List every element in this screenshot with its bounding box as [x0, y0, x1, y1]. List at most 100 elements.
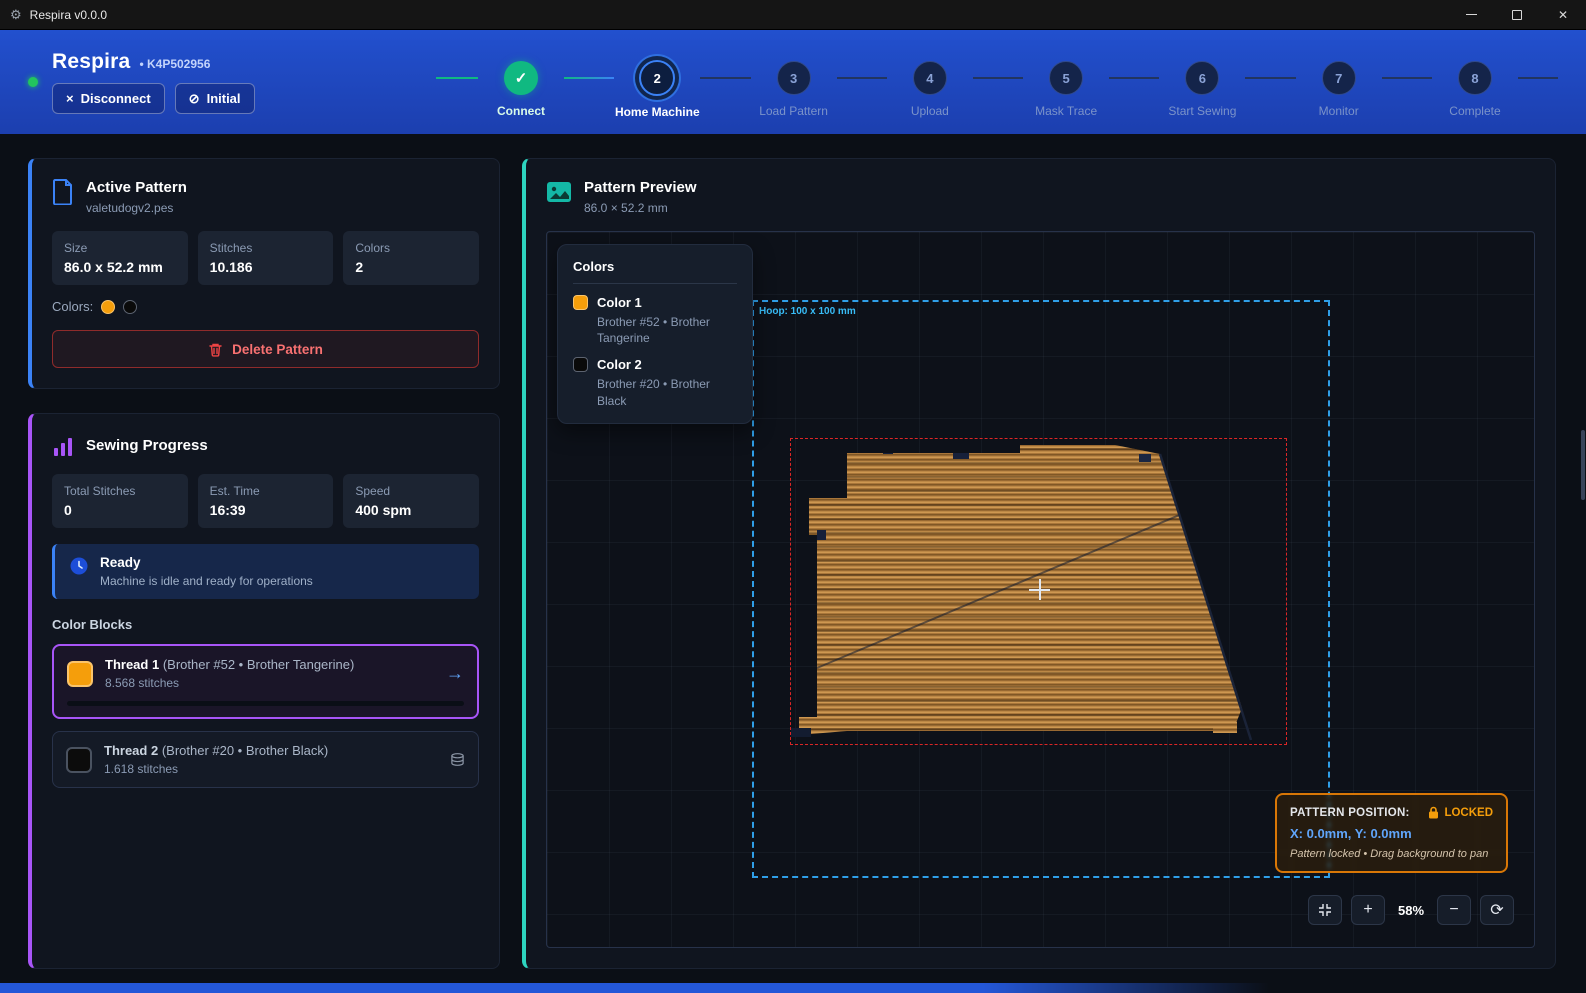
stat-label: Colors [355, 241, 467, 255]
minus-icon: − [1449, 901, 1458, 919]
zoom-in-button[interactable]: + [1351, 895, 1385, 925]
step-upload[interactable]: 4 Upload [887, 61, 973, 118]
maximize-button[interactable] [1494, 0, 1540, 30]
zoom-controls: + 58% − ⟳ [1308, 895, 1514, 925]
step-label: Home Machine [615, 105, 700, 119]
window-scrollbar-thumb[interactable] [1581, 430, 1585, 500]
center-crosshair-icon [1029, 579, 1050, 600]
step-connector [700, 77, 750, 79]
initial-button[interactable]: ⊘ Initial [175, 83, 255, 114]
thread-detail: (Brother #20 • Brother Black) [162, 743, 328, 758]
stat-total-stitches: Total Stitches 0 [52, 474, 188, 528]
step-number: 3 [777, 61, 811, 95]
thread-name: Thread 2 [104, 743, 158, 758]
step-number: 4 [913, 61, 947, 95]
step-load-pattern[interactable]: 3 Load Pattern [751, 61, 837, 118]
step-label: Monitor [1319, 104, 1359, 118]
close-icon: ✕ [1558, 8, 1568, 22]
legend-item-color-1: Color 1 Brother #52 • Brother Tangerine [573, 295, 737, 346]
step-connect[interactable]: ✓ Connect [478, 61, 564, 118]
card-title: Sewing Progress [86, 437, 208, 454]
colors-legend: Colors Color 1 Brother #52 • Brother Tan… [557, 244, 753, 424]
thread-progress-bar [67, 701, 464, 706]
step-label: Mask Trace [1035, 104, 1097, 118]
legend-item-color-2: Color 2 Brother #20 • Brother Black [573, 357, 737, 408]
arrow-right-icon: → [446, 663, 464, 684]
step-connector [973, 77, 1023, 79]
legend-color-name: Color 2 [597, 357, 642, 372]
zoom-level: 58% [1394, 903, 1428, 918]
step-start-sewing[interactable]: 6 Start Sewing [1159, 61, 1245, 118]
stat-value: 2 [355, 259, 467, 275]
thread-color-swatch [66, 747, 92, 773]
color-swatch-orange [101, 300, 115, 314]
step-number: 5 [1049, 61, 1083, 95]
step-mask-trace[interactable]: 5 Mask Trace [1023, 61, 1109, 118]
thread-block-1[interactable]: Thread 1 (Brother #52 • Brother Tangerin… [52, 644, 479, 719]
active-pattern-card: Active Pattern valetudogv2.pes Size 86.0… [28, 158, 500, 389]
color-swatch-black [123, 300, 137, 314]
step-number: 2 [639, 60, 675, 96]
hoop-label: Hoop: 100 x 100 mm [759, 306, 856, 317]
legend-color-detail: Brother #20 • Brother Black [597, 376, 737, 408]
stat-value: 0 [64, 502, 176, 518]
preview-dimensions: 86.0 × 52.2 mm [584, 201, 697, 215]
step-home-machine[interactable]: 2 Home Machine [614, 61, 700, 119]
stat-stitches: Stitches 10.186 [198, 231, 334, 285]
sewing-progress-card: Sewing Progress Total Stitches 0 Est. Ti… [28, 413, 500, 969]
lock-icon [1428, 806, 1439, 819]
stat-value: 10.186 [210, 259, 322, 275]
delete-pattern-label: Delete Pattern [232, 342, 323, 357]
card-title: Pattern Preview [584, 179, 697, 196]
legend-title: Colors [573, 259, 737, 284]
step-label: Upload [911, 104, 949, 118]
step-label: Connect [497, 104, 545, 118]
step-connector [1109, 77, 1159, 79]
pattern-filename: valetudogv2.pes [86, 201, 187, 215]
colors-label: Colors: [52, 299, 93, 314]
stat-value: 400 spm [355, 502, 467, 518]
pattern-preview-card: Pattern Preview 86.0 × 52.2 mm Hoop: 100… [522, 158, 1556, 969]
stat-est-time: Est. Time 16:39 [198, 474, 334, 528]
check-icon: ✓ [504, 61, 538, 95]
stat-label: Est. Time [210, 484, 322, 498]
step-connector [1518, 77, 1558, 79]
locked-label: LOCKED [1444, 807, 1493, 819]
initial-icon: ⊘ [189, 92, 200, 105]
connection-status-dot [28, 77, 38, 87]
step-connector [436, 77, 478, 79]
step-monitor[interactable]: 7 Monitor [1296, 61, 1382, 118]
fit-to-view-button[interactable] [1308, 895, 1342, 925]
trash-icon [208, 342, 223, 357]
minimize-button[interactable] [1448, 0, 1494, 30]
image-icon [546, 181, 572, 203]
stat-value: 16:39 [210, 502, 322, 518]
disconnect-icon: × [66, 92, 74, 105]
step-complete[interactable]: 8 Complete [1432, 61, 1518, 118]
thread-name: Thread 1 [105, 657, 159, 672]
thread-block-2[interactable]: Thread 2 (Brother #20 • Brother Black) 1… [52, 731, 479, 788]
position-title: PATTERN POSITION: [1290, 807, 1410, 819]
initial-label: Initial [207, 91, 241, 106]
close-button[interactable]: ✕ [1540, 0, 1586, 30]
stat-label: Size [64, 241, 176, 255]
stat-label: Speed [355, 484, 467, 498]
machine-serial: • K4P502956 [139, 57, 210, 71]
document-icon [52, 179, 74, 205]
thread-stitch-count: 8.568 stitches [105, 676, 434, 690]
window-title: Respira v0.0.0 [30, 8, 107, 22]
disconnect-button[interactable]: × Disconnect [52, 83, 165, 114]
zoom-out-button[interactable]: − [1437, 895, 1471, 925]
stat-value: 86.0 x 52.2 mm [64, 259, 176, 275]
thread-detail: (Brother #52 • Brother Tangerine) [163, 657, 354, 672]
position-hint: Pattern locked • Drag background to pan [1290, 848, 1493, 860]
position-coordinates: X: 0.0mm, Y: 0.0mm [1290, 826, 1493, 841]
plus-icon: + [1363, 901, 1372, 919]
step-connector [564, 77, 614, 79]
step-label: Start Sewing [1168, 104, 1236, 118]
step-label: Load Pattern [759, 104, 828, 118]
preview-canvas[interactable]: Hoop: 100 x 100 mm [546, 231, 1535, 948]
step-connector [837, 77, 887, 79]
delete-pattern-button[interactable]: Delete Pattern [52, 330, 479, 368]
refresh-view-button[interactable]: ⟳ [1480, 895, 1514, 925]
